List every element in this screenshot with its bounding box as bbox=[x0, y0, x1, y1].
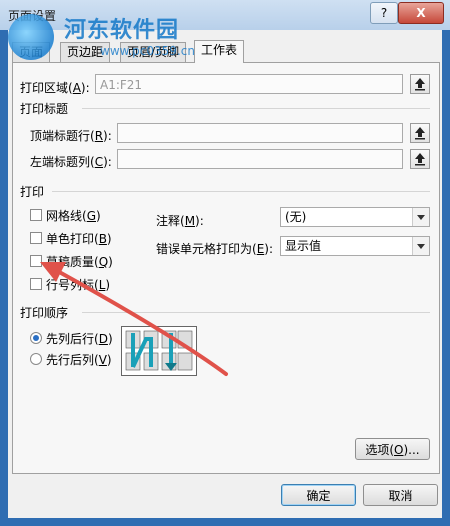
cancel-button[interactable]: 取消 bbox=[363, 484, 438, 506]
options-button[interactable]: 选项(O)... bbox=[355, 438, 430, 460]
tab-sheet[interactable]: 工作表 bbox=[194, 40, 245, 63]
ok-button[interactable]: 确定 bbox=[281, 484, 356, 506]
